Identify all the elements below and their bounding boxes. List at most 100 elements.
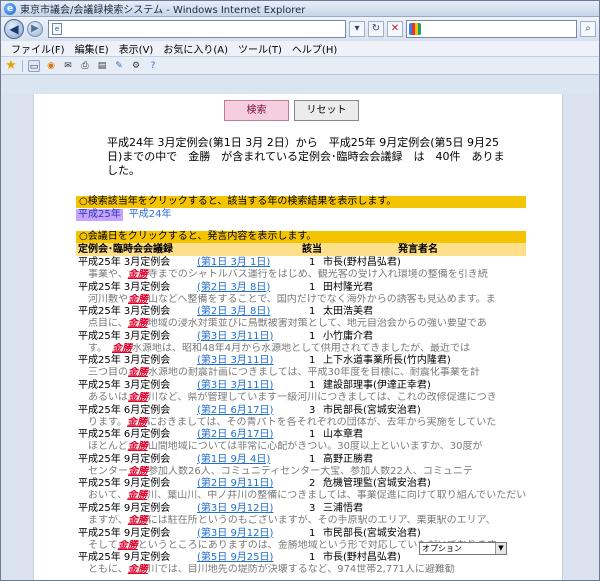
mail-icon[interactable]: ✉ [62, 60, 74, 72]
menu-help[interactable]: ヘルプ(H) [292, 41, 337, 56]
excerpt-pre: ります。 [88, 416, 127, 428]
result-count: 1 [309, 453, 316, 465]
menu-favorites[interactable]: お気に入り(A) [163, 41, 228, 56]
result-session: 平成25年 9月定例会 [78, 552, 171, 564]
result-date-link[interactable]: (第2日 9月11日) [197, 478, 273, 490]
excerpt-post: 川、葉山川、中ノ井川の整備につきましては、事業促進に向けて取り組んでいただい [147, 490, 526, 502]
result-item: 平成25年 3月定例会 (第3日 3月11日) 1 小竹庸介君 す。 金勝水源地は、昭和… [76, 331, 526, 356]
menu-file[interactable]: ファイル(F) [11, 41, 65, 56]
result-excerpt: ますが、金勝には駐在所というのもございますが、その手原駅のエリア、栗東駅のエリア… [88, 515, 526, 527]
options-select-value: オプション [422, 544, 462, 553]
result-session: 平成25年 9月定例会 [78, 527, 171, 539]
print-icon[interactable]: ⎙ [79, 60, 91, 72]
result-item: 平成25年 9月定例会 (第1日 9月 4日) 1 高野正勝君 センター金勝参加人数26… [76, 454, 526, 479]
result-date-link[interactable]: (第2日 6月17日) [197, 429, 273, 441]
favorites-star-icon[interactable]: ★ [5, 59, 17, 72]
result-speaker: 田村隆光君 [323, 281, 373, 293]
result-count: 1 [309, 355, 316, 367]
result-count: 1 [309, 429, 316, 441]
page-menu-icon[interactable]: ▤ [96, 60, 108, 72]
result-meta: 平成25年 3月定例会 (第3日 3月11日) 1 建設部理事(伊達正幸君) [76, 380, 526, 392]
feeds-icon[interactable]: ◉ [45, 60, 57, 72]
result-date-link[interactable]: (第1日 9月 4日) [197, 454, 270, 466]
result-count: 2 [309, 478, 316, 490]
excerpt-post: 山などへ整備をすることで、国内だけでなく海外からの誘客も見込めます。ま [148, 293, 496, 305]
result-excerpt: 河川敷や金勝山などへ整備をすることで、国内だけでなく海外からの誘客も見込めます。… [88, 294, 526, 306]
result-item: 平成25年 6月定例会 (第2日 6月17日) 3 市民部長(宮城安治君) ります。金勝… [76, 405, 526, 430]
result-item: 平成25年 9月定例会 (第5日 9月25日) 1 市長(野村昌弘君) ともに、金勝川で… [76, 552, 526, 577]
back-icon[interactable]: ◀ [4, 19, 24, 39]
forward-icon[interactable]: ▶ [27, 21, 43, 37]
tools-gear-icon[interactable]: ⚙ [130, 60, 142, 72]
result-item: 平成25年 9月定例会 (第2日 9月11日) 2 危機管理監(宮城安治君) おいて、金… [76, 478, 526, 503]
excerpt-keyword: 金勝 [127, 416, 147, 428]
page-tab-icon[interactable]: ▭ [28, 59, 40, 72]
dropdown-icon[interactable]: ▾ [349, 21, 365, 37]
search-submit-button[interactable]: 検索 [224, 100, 289, 121]
result-speaker: 太田浩美君 [323, 306, 373, 318]
search-input[interactable] [406, 20, 577, 38]
year-link-h24[interactable]: 平成24年 [127, 209, 174, 221]
result-meta: 平成25年 6月定例会 (第2日 6月17日) 1 山本章君 [76, 429, 526, 441]
excerpt-pre: 事業や、 [88, 269, 128, 280]
result-session: 平成25年 3月定例会 [78, 306, 171, 318]
result-speaker: 危機管理監(宮城安治君) [323, 478, 431, 490]
excerpt-pre: あるいは [88, 391, 128, 403]
result-speaker: 建設部理事(伊達正幸君) [323, 379, 431, 391]
result-date-link[interactable]: (第5日 9月25日) [197, 552, 273, 564]
date-instruction: ○会議日をクリックすると、発言内容を表示します。 [76, 231, 526, 243]
result-count: 1 [309, 257, 316, 268]
menu-tools[interactable]: ツール(T) [238, 41, 282, 56]
excerpt-post: におきましては、その青パトを各それぞれの団体が、去年から実施をしていた [147, 416, 497, 428]
result-item: 平成25年 3月定例会 (第3日 3月11日) 1 上下水道事業所長(竹内隆君) 三つ目… [76, 355, 526, 380]
result-date-link[interactable]: (第2日 6月17日) [197, 405, 273, 417]
result-speaker: 高野正勝君 [323, 453, 373, 465]
title-bar: e 東京市議会/会議録検索システム - Windows Internet Exp… [1, 1, 599, 17]
result-date-link[interactable]: (第2日 3月 8日) [197, 282, 270, 294]
result-date-link[interactable]: (第3日 3月11日) [197, 380, 273, 392]
options-select[interactable]: オプション ▼ [419, 542, 507, 555]
help-icon[interactable]: ? [147, 60, 159, 72]
result-speaker: 三浦悟君 [323, 502, 363, 514]
result-speaker: 市民部長(宮城安治君) [323, 404, 421, 416]
chevron-down-icon: ▼ [495, 543, 506, 554]
excerpt-keyword: 金勝 [112, 342, 132, 354]
header-speaker: 発言者名 [398, 244, 438, 255]
menu-view[interactable]: 表示(V) [119, 41, 154, 56]
stop-icon[interactable]: ✕ [387, 21, 403, 37]
result-count: 1 [309, 552, 316, 564]
excerpt-pre: す。 [88, 342, 112, 354]
browser-window: e 東京市議会/会議録検索システム - Windows Internet Exp… [0, 0, 600, 581]
command-bar: ★ ▭ ◉ ✉ ⎙ ▤ ✎ ⚙ ? [1, 57, 599, 75]
result-session: 平成25年 6月定例会 [78, 429, 171, 441]
result-meta: 平成25年 9月定例会 (第1日 9月 4日) 1 高野正勝君 [76, 454, 526, 466]
result-excerpt: ともに、金勝川では、目川地先の堤防が決壊するなど、974世帯2,771人に避難勧 [88, 564, 526, 576]
result-excerpt: ほとんど金勝山間地域については非常に心配がきつい。30度以上といいますか、30度… [88, 441, 526, 453]
reset-button[interactable]: リセット [294, 100, 359, 121]
year-link-h25[interactable]: 平成25年 [76, 209, 123, 221]
result-meta: 平成25年 9月定例会 (第2日 9月11日) 2 危機管理監(宮城安治君) [76, 478, 526, 490]
result-date-link[interactable]: (第1日 3月 1日) [197, 257, 270, 269]
url-input[interactable]: e [48, 20, 346, 38]
result-date-link[interactable]: (第3日 9月12日) [197, 503, 273, 515]
safety-icon[interactable]: ✎ [113, 60, 125, 72]
page-body: 検索 リセット 平成24年 3月定例会(第1日 3月 2日）から 平成25年 9… [33, 94, 563, 580]
result-session: 平成25年 3月定例会 [78, 257, 171, 268]
result-date-link[interactable]: (第3日 3月11日) [197, 331, 273, 343]
search-button[interactable]: ⌕ [580, 21, 596, 37]
result-excerpt: ります。金勝におきましては、その青パトを各それぞれの団体が、去年から実施をしてい… [88, 417, 526, 429]
excerpt-pre: 三つ目の [88, 367, 128, 379]
menu-bar: ファイル(F) 編集(E) 表示(V) お気に入り(A) ツール(T) ヘルプ(… [1, 41, 599, 57]
refresh-icon[interactable]: ↻ [368, 21, 384, 37]
excerpt-keyword: 金勝 [128, 367, 148, 379]
menu-edit[interactable]: 編集(E) [75, 41, 109, 56]
result-date-link[interactable]: (第3日 3月11日) [197, 355, 273, 367]
result-date-link[interactable]: (第3日 9月12日) [197, 528, 273, 540]
excerpt-post: 参加人数26人、コミュニティセンター大宝、参加人数22人、コミュニテ [148, 465, 473, 477]
result-session: 平成25年 9月定例会 [78, 478, 171, 490]
result-date-link[interactable]: (第2日 3月 8日) [197, 306, 270, 318]
excerpt-post: 山間地域については非常に心配がきつい。30度以上といいますか、30度が [147, 441, 483, 453]
excerpt-post: 川では、目川地先の堤防が決壊するなど、974世帯2,771人に避難勧 [147, 564, 455, 576]
excerpt-keyword: 金勝 [127, 490, 148, 502]
result-meta: 平成25年 3月定例会 (第3日 3月11日) 1 小竹庸介君 [76, 331, 526, 343]
